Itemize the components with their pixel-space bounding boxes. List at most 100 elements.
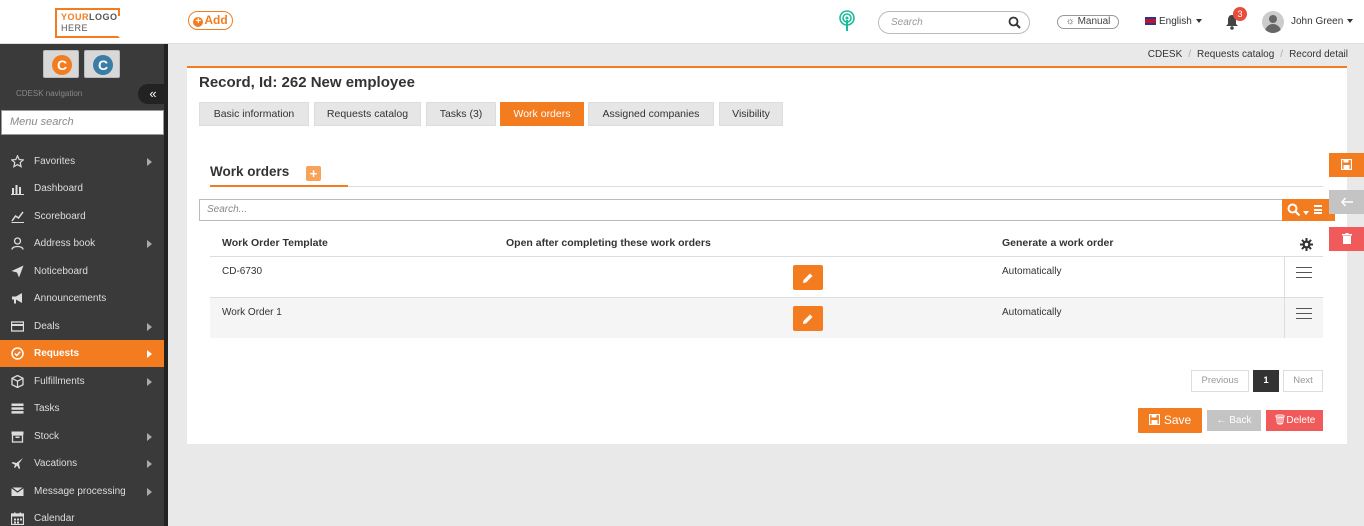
pencil-icon <box>803 273 813 283</box>
search-icon[interactable] <box>1008 16 1021 29</box>
save-button[interactable]: Save <box>1138 408 1202 433</box>
section-title: Work orders <box>210 164 290 179</box>
add-work-order-button[interactable]: + <box>306 166 321 181</box>
language-selector[interactable]: English <box>1145 16 1202 27</box>
cell-template: Work Order 1 <box>222 307 282 318</box>
delete-button[interactable]: 🗑Delete <box>1266 410 1323 431</box>
sidebar-item-favorites[interactable]: Favorites <box>0 148 164 175</box>
save-label: Save <box>1163 413 1192 427</box>
cell-generate: Automatically <box>1002 266 1062 277</box>
box-icon <box>11 431 24 443</box>
sidebar-item-announcements[interactable]: Announcements <box>0 285 164 312</box>
section-divider-accent <box>210 185 348 187</box>
tab-requests-catalog[interactable]: Requests catalog <box>314 102 421 126</box>
column-header-generate[interactable]: Generate a work order <box>1002 237 1113 249</box>
menu-search-input[interactable]: Menu search <box>1 110 164 135</box>
column-header-template[interactable]: Work Order Template <box>222 237 328 249</box>
podcast-icon[interactable] <box>838 10 856 32</box>
sidebar-item-vacations[interactable]: Vacations <box>0 450 164 477</box>
tab-tasks[interactable]: Tasks (3) <box>426 102 496 126</box>
sidebar-item-stock[interactable]: Stock <box>0 423 164 450</box>
pagination-next[interactable]: Next <box>1283 370 1323 392</box>
app-logo-cdesk-orange[interactable]: C <box>43 50 79 78</box>
chevron-right-icon <box>147 488 152 496</box>
sidebar-item-noticeboard[interactable]: Noticeboard <box>0 258 164 285</box>
global-search-input[interactable]: Search <box>878 11 1030 34</box>
column-header-open-after[interactable]: Open after completing these work orders <box>506 237 711 249</box>
floppy-icon <box>1341 159 1352 170</box>
user-name: John Green <box>1291 16 1344 27</box>
chevron-down-icon <box>1303 211 1309 215</box>
sidebar-item-dashboard[interactable]: Dashboard <box>0 175 164 202</box>
sidebar-item-label: Dashboard <box>34 183 83 194</box>
hamburger-icon <box>1296 308 1312 319</box>
arrow-left-icon: ← <box>1216 415 1227 426</box>
add-button-label: Add <box>204 13 228 27</box>
edit-button[interactable] <box>793 265 823 290</box>
logo-text-here: HERE <box>61 23 89 33</box>
sidebar-item-message-processing[interactable]: Message processing <box>0 478 164 505</box>
sidebar-item-label: Tasks <box>34 403 60 414</box>
table-search-input[interactable]: Search... <box>199 199 1283 221</box>
delete-label: Delete <box>1286 415 1316 426</box>
sidebar-item-label: Noticeboard <box>34 266 88 277</box>
sidebar-item-label: Deals <box>34 321 60 332</box>
line-chart-icon <box>11 211 24 223</box>
breadcrumb-item-cdesk[interactable]: CDESK <box>1148 49 1182 60</box>
collapse-sidebar-button[interactable]: « <box>138 84 168 104</box>
app-logo-cdesk-blue[interactable]: C <box>84 50 120 78</box>
record-panel: Record, Id: 262 New employee Basic infor… <box>187 66 1347 444</box>
sidebar-item-label: Fulfillments <box>34 376 85 387</box>
manual-label: Manual <box>1077 16 1111 27</box>
user-menu[interactable]: John Green <box>1291 16 1354 27</box>
row-menu-button[interactable] <box>1284 257 1323 297</box>
top-bar: YOURLOGO HERE + Add Search ☼ Manual Engli… <box>0 0 1364 44</box>
cell-template: CD-6730 <box>222 266 263 277</box>
breadcrumb-item-requests-catalog[interactable]: Requests catalog <box>1197 49 1274 60</box>
global-search-placeholder: Search <box>891 17 923 28</box>
floating-save-button[interactable] <box>1329 153 1364 177</box>
search-icon <box>1287 203 1301 217</box>
back-label: Back <box>1229 415 1252 426</box>
chevron-right-icon <box>147 158 152 166</box>
sidebar-item-requests[interactable]: Requests <box>0 340 164 367</box>
table-search-button[interactable] <box>1282 199 1335 221</box>
bar-chart-icon <box>11 185 24 195</box>
tab-basic-information[interactable]: Basic information <box>199 102 309 126</box>
manual-button[interactable]: ☼ Manual <box>1057 15 1119 29</box>
logo-text-logo: LOGO <box>89 12 118 22</box>
sidebar-nav-label: CDESK navigation <box>16 89 83 98</box>
sidebar-item-fulfillments[interactable]: Fulfillments <box>0 368 164 395</box>
row-menu-button[interactable] <box>1284 298 1323 338</box>
avatar[interactable] <box>1262 11 1284 33</box>
breadcrumb: CDESK / Requests catalog / Record detail <box>1147 49 1348 60</box>
sidebar-item-label: Message processing <box>34 486 126 497</box>
chevron-right-icon <box>147 323 152 331</box>
sidebar: C C CDESK navigation « Menu search Favor… <box>0 44 168 526</box>
send-icon <box>11 265 24 278</box>
sidebar-item-deals[interactable]: Deals <box>0 313 164 340</box>
columns-menu-icon[interactable] <box>1314 205 1322 214</box>
gear-icon[interactable] <box>1300 238 1313 251</box>
breadcrumb-item-record-detail: Record detail <box>1289 49 1348 60</box>
chevron-right-icon <box>147 433 152 441</box>
back-button[interactable]: ← Back <box>1207 410 1261 431</box>
table-row[interactable]: CD-6730 Automatically <box>210 256 1323 297</box>
pagination-page-1[interactable]: 1 <box>1253 370 1279 392</box>
tab-visibility[interactable]: Visibility <box>719 102 783 126</box>
sidebar-item-address-book[interactable]: Address book <box>0 230 164 257</box>
sidebar-item-scoreboard[interactable]: Scoreboard <box>0 203 164 230</box>
company-logo[interactable]: YOURLOGO HERE <box>55 8 120 38</box>
language-label: English <box>1159 16 1192 27</box>
floating-back-button[interactable] <box>1329 190 1364 214</box>
add-button[interactable]: + Add <box>188 11 233 30</box>
floating-delete-button[interactable] <box>1329 227 1364 251</box>
table-row[interactable]: Work Order 1 Automatically <box>210 297 1323 338</box>
tab-assigned-companies[interactable]: Assigned companies <box>588 102 714 126</box>
sidebar-item-tasks[interactable]: Tasks <box>0 395 164 422</box>
sidebar-item-calendar[interactable]: Calendar <box>0 505 164 526</box>
chevron-right-icon <box>147 460 152 468</box>
edit-button[interactable] <box>793 306 823 331</box>
tab-work-orders[interactable]: Work orders <box>500 102 584 126</box>
pagination-previous[interactable]: Previous <box>1191 370 1249 392</box>
